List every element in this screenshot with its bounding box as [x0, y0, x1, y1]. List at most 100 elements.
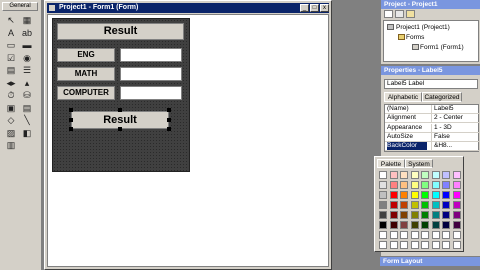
property-value[interactable]: &H8... [431, 142, 479, 151]
color-swatch[interactable] [442, 241, 450, 249]
combobox-tool-icon[interactable]: ▤ [5, 64, 17, 76]
resize-handle[interactable] [69, 127, 73, 131]
color-swatch[interactable] [421, 201, 429, 209]
resize-handle[interactable] [118, 127, 122, 131]
property-row[interactable]: Alignment 2 - Center [385, 114, 480, 124]
color-swatch[interactable] [400, 231, 408, 239]
color-swatch[interactable] [389, 231, 398, 239]
property-value[interactable]: 1 - 3D [431, 123, 479, 132]
color-swatch[interactable] [389, 201, 398, 209]
project-titlebar[interactable]: Project - Project1 [381, 0, 480, 9]
tab-alphabetic[interactable]: Alphabetic [384, 92, 422, 102]
color-swatch[interactable] [400, 201, 408, 209]
filelist-tool-icon[interactable]: ▤ [21, 102, 33, 114]
property-value[interactable]: 2 - Center [431, 114, 479, 123]
color-swatch[interactable] [410, 191, 419, 199]
checkbox-tool-icon[interactable]: ☑ [5, 52, 17, 64]
color-swatch[interactable] [452, 191, 461, 199]
color-swatch[interactable] [442, 201, 450, 209]
color-swatch[interactable] [442, 191, 450, 199]
color-swatch[interactable] [400, 171, 408, 179]
color-swatch[interactable] [442, 211, 450, 219]
hscroll-tool-icon[interactable]: ◂▸ [5, 77, 17, 89]
picturebox-icon[interactable]: ▦ [21, 14, 33, 26]
dirlist-tool-icon[interactable]: ▣ [5, 102, 17, 114]
math-textbox[interactable] [120, 67, 182, 81]
color-swatch[interactable] [410, 221, 419, 229]
eng-label[interactable]: ENG [57, 48, 115, 62]
color-swatch[interactable] [400, 191, 408, 199]
toolbox-title[interactable]: General [2, 2, 38, 11]
minimize-button[interactable]: _ [300, 4, 309, 12]
color-swatch[interactable] [421, 241, 429, 249]
color-swatch[interactable] [452, 231, 461, 239]
color-swatch[interactable] [389, 221, 398, 229]
tree-item-project1[interactable]: Project1 (Project1) [396, 23, 450, 32]
resize-handle[interactable] [69, 108, 73, 112]
color-swatch[interactable] [400, 181, 408, 189]
resize-handle[interactable] [167, 118, 171, 122]
color-swatch[interactable] [431, 181, 440, 189]
color-swatch[interactable] [379, 171, 387, 179]
computer-textbox[interactable] [120, 86, 182, 100]
color-swatch[interactable] [452, 171, 461, 179]
properties-titlebar[interactable]: Properties - Label5 [381, 66, 480, 75]
color-swatch[interactable] [421, 181, 429, 189]
color-swatch[interactable] [379, 221, 387, 229]
color-swatch[interactable] [400, 211, 408, 219]
listbox-tool-icon[interactable]: ☰ [21, 64, 33, 76]
form-layout-titlebar[interactable]: Form Layout [380, 257, 480, 266]
color-swatch[interactable] [410, 211, 419, 219]
color-swatch[interactable] [379, 211, 387, 219]
color-swatch[interactable] [379, 231, 387, 239]
property-row[interactable]: Appearance 1 - 3D [385, 123, 480, 133]
form1[interactable]: Result ENG MATH COMPUTER Result [52, 18, 190, 172]
color-swatch[interactable] [431, 191, 440, 199]
result-title-label[interactable]: Result [57, 23, 184, 40]
toggle-folders-icon[interactable] [406, 10, 415, 18]
color-swatch[interactable] [389, 241, 398, 249]
button-tool-icon[interactable]: ▬ [21, 39, 33, 51]
color-swatch[interactable] [410, 171, 419, 179]
color-swatch[interactable] [410, 181, 419, 189]
color-swatch[interactable] [431, 211, 440, 219]
color-swatch[interactable] [379, 181, 387, 189]
color-swatch[interactable] [379, 241, 387, 249]
color-swatch[interactable] [431, 231, 440, 239]
computer-label[interactable]: COMPUTER [57, 86, 115, 100]
tab-palette[interactable]: Palette [377, 159, 405, 168]
property-row[interactable]: BackColor &H8... [385, 142, 480, 152]
resize-handle[interactable] [69, 118, 73, 122]
resize-handle[interactable] [167, 127, 171, 131]
color-swatch[interactable] [452, 221, 461, 229]
property-row[interactable]: AutoSize False [385, 132, 480, 142]
property-row[interactable]: (Name) Label5 [385, 105, 480, 114]
property-value[interactable]: Label5 [431, 105, 479, 113]
math-label[interactable]: MATH [57, 67, 115, 81]
eng-textbox[interactable] [120, 48, 182, 62]
color-swatch[interactable] [421, 221, 429, 229]
color-swatch[interactable] [389, 211, 398, 219]
shape-tool-icon[interactable]: ◇ [5, 114, 17, 126]
color-swatch[interactable] [421, 191, 429, 199]
color-swatch[interactable] [400, 221, 408, 229]
vscroll-tool-icon[interactable]: ▴ [21, 77, 33, 89]
color-swatch[interactable] [431, 221, 440, 229]
timer-tool-icon[interactable]: ⏱ [5, 89, 17, 101]
color-swatch[interactable] [442, 231, 450, 239]
color-swatch[interactable] [431, 241, 440, 249]
frame-tool-icon[interactable]: ▭ [5, 39, 17, 51]
color-swatch[interactable] [421, 171, 429, 179]
color-swatch[interactable] [379, 191, 387, 199]
color-swatch[interactable] [452, 241, 461, 249]
color-swatch[interactable] [410, 201, 419, 209]
color-swatch[interactable] [431, 171, 440, 179]
view-object-icon[interactable] [395, 10, 404, 18]
color-swatch[interactable] [379, 201, 387, 209]
maximize-button[interactable]: □ [310, 4, 319, 12]
drivelist-tool-icon[interactable]: ⛁ [21, 89, 33, 101]
color-swatch[interactable] [389, 181, 398, 189]
color-swatch[interactable] [442, 221, 450, 229]
pointer-icon[interactable]: ↖ [5, 14, 17, 26]
color-swatch[interactable] [442, 181, 450, 189]
